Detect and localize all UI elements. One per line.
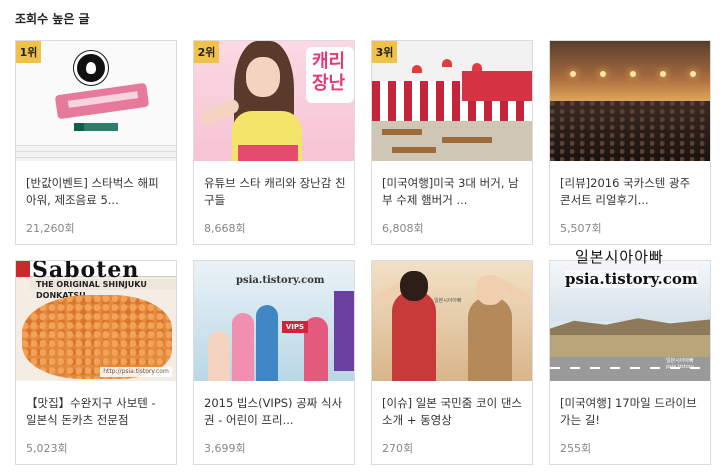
post-title[interactable]: 2015 빕스(VIPS) 공짜 식사권 - 어린이 프리... — [204, 395, 346, 429]
view-count: 5,507회 — [560, 222, 602, 235]
thumbnail-sign-text: 캐리 장난 — [312, 51, 346, 94]
rank-badge: 1위 — [16, 41, 41, 63]
post-card-8[interactable]: 일본시아아빠 psia.tistory [미국여행] 17마일 드라이브 가는 … — [549, 260, 711, 465]
post-card-1[interactable]: 1위 [반값이벤트] 스타벅스 해피아워, 제조음료 5... 21,260회 — [15, 40, 177, 245]
post-title[interactable]: [리뷰]2016 국카스텐 광주 콘서트 리얼후기... — [560, 175, 702, 209]
rank-badge: 2위 — [194, 41, 219, 63]
thumbnail-watermark: psia.tistory.com — [236, 275, 325, 286]
section-title: 조회수 높은 글 — [15, 12, 90, 26]
thumbnail-watermark: 일본시아아빠 — [434, 298, 462, 304]
post-thumbnail[interactable] — [550, 41, 710, 161]
view-count: 270회 — [382, 442, 414, 455]
post-title[interactable]: 유튜브 스타 캐리와 장난감 친구들 — [204, 175, 346, 209]
post-card-6[interactable]: VIPS 2015 빕스(VIPS) 공짜 식사권 - 어린이 프리... 3,… — [193, 260, 355, 465]
post-card-2[interactable]: 캐리 장난 2위 유튜브 스타 캐리와 장난감 친구들 8,668회 — [193, 40, 355, 245]
view-count: 8,668회 — [204, 222, 246, 235]
thumbnail-signature: 일본시아아빠 psia.tistory — [666, 358, 694, 370]
post-title[interactable]: [미국여행] 17마일 드라이브 가는 길! — [560, 395, 702, 429]
view-count: 6,808회 — [382, 222, 424, 235]
view-count: 21,260회 — [26, 222, 75, 235]
post-card-7[interactable]: 일본시아아빠 [이슈] 일본 국민줌 코이 댄스 소개 + 동영상 270회 — [371, 260, 533, 465]
view-count: 5,023회 — [26, 442, 68, 455]
view-count: 3,699회 — [204, 442, 246, 455]
post-title[interactable]: 【맛집】수완지구 사보텐 - 일본식 돈카츠 전문점 — [26, 395, 168, 429]
starbucks-logo-icon — [74, 51, 108, 85]
post-thumbnail[interactable]: 3위 — [372, 41, 532, 161]
post-card-5[interactable]: Saboten THE ORIGINAL SHINJUKU DONKATSU h… — [15, 260, 177, 465]
vips-logo: VIPS — [282, 321, 308, 333]
post-thumbnail[interactable]: 일본시아아빠 — [372, 261, 532, 381]
post-thumbnail[interactable]: Saboten THE ORIGINAL SHINJUKU DONKATSU h… — [16, 261, 176, 381]
post-title[interactable]: [미국여행]미국 3대 버거, 남부 수제 햄버거 ... — [382, 175, 524, 209]
rank-badge: 3위 — [372, 41, 397, 63]
blog-watermark-korean: 일본시아아빠 — [575, 248, 664, 266]
post-title[interactable]: [반값이벤트] 스타벅스 해피아워, 제조음료 5... — [26, 175, 168, 209]
thumbnail-subtitle: THE ORIGINAL SHINJUKU DONKATSU — [30, 279, 176, 300]
post-card-3[interactable]: 3위 [미국여행]미국 3대 버거, 남부 수제 햄버거 ... 6,808회 — [371, 40, 533, 245]
post-card-4[interactable]: [리뷰]2016 국카스텐 광주 콘서트 리얼후기... 5,507회 — [549, 40, 711, 245]
post-thumbnail[interactable]: 캐리 장난 2위 — [194, 41, 354, 161]
thumbnail-caption: http://psia.tistory.com — [100, 367, 172, 377]
post-thumbnail[interactable]: 1위 — [16, 41, 176, 161]
blog-watermark-url: psia.tistory.com — [565, 270, 698, 288]
post-title[interactable]: [이슈] 일본 국민줌 코이 댄스 소개 + 동영상 — [382, 395, 524, 429]
view-count: 255회 — [560, 442, 592, 455]
